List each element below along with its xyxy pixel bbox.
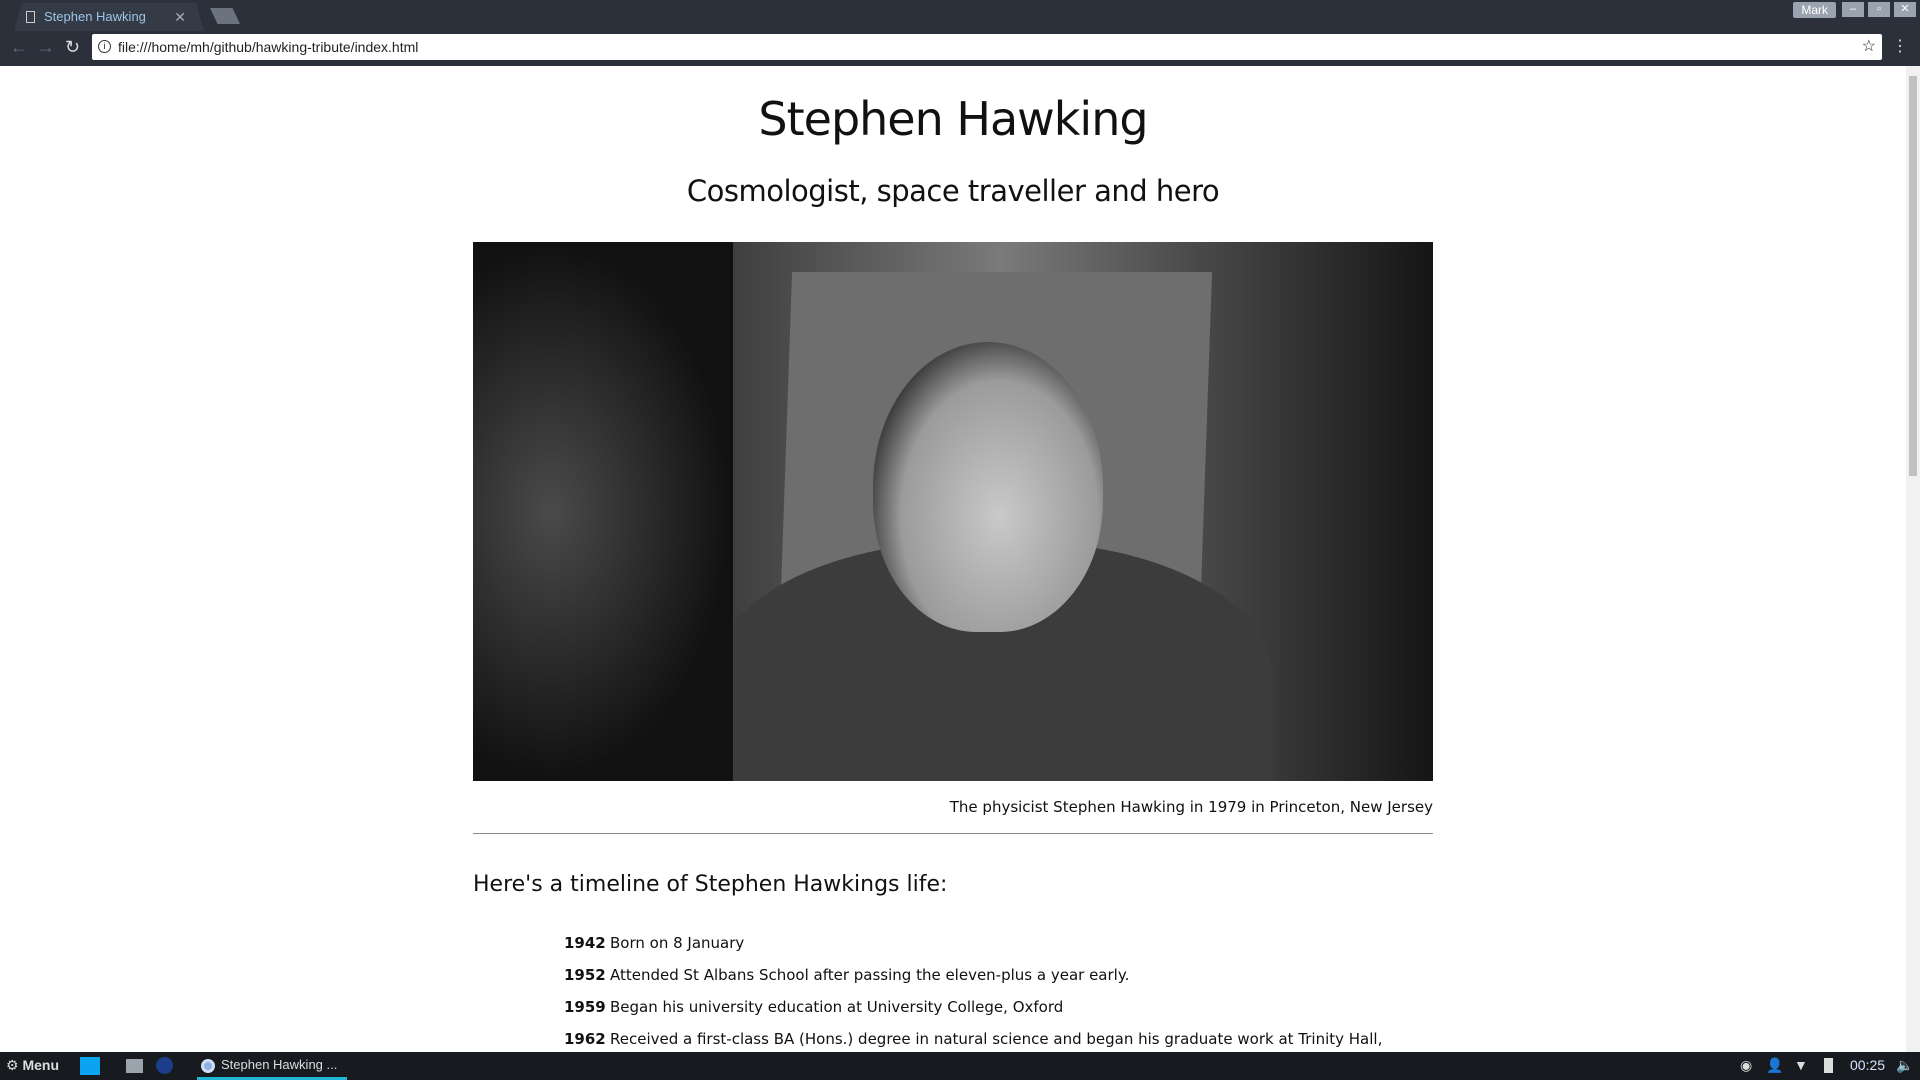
volume-icon[interactable]: 🔈 bbox=[1896, 1057, 1913, 1074]
back-icon[interactable]: ← bbox=[10, 37, 28, 58]
chromium-icon bbox=[201, 1059, 215, 1073]
menu-dots-icon[interactable]: ⋮ bbox=[1892, 36, 1908, 56]
close-tab-icon[interactable]: ✕ bbox=[174, 3, 186, 31]
divider bbox=[473, 833, 1433, 834]
tab-bar: Stephen Hawking ✕ Mark – ▫ ✕ bbox=[0, 0, 1920, 31]
profile-button[interactable]: Mark bbox=[1793, 2, 1836, 18]
tab-stephen-hawking[interactable]: Stephen Hawking ✕ bbox=[14, 3, 204, 31]
toolbar: ← → ↻ i file:///home/mh/github/hawking-t… bbox=[0, 31, 1920, 66]
timeline-item: 1952 Attended St Albans School after pass… bbox=[564, 966, 1130, 984]
page-title: Stephen Hawking bbox=[758, 92, 1148, 146]
address-bar[interactable]: i file:///home/mh/github/hawking-tribute… bbox=[92, 34, 1882, 60]
battery-icon[interactable] bbox=[1824, 1058, 1833, 1073]
page-subtitle: Cosmologist, space traveller and hero bbox=[686, 174, 1220, 208]
scrollbar[interactable] bbox=[1906, 66, 1920, 1052]
page-content: Stephen Hawking Cosmologist, space trave… bbox=[0, 66, 1906, 1052]
tab-title: Stephen Hawking bbox=[44, 9, 146, 24]
steam-icon[interactable] bbox=[156, 1057, 173, 1074]
maximize-button[interactable]: ▫ bbox=[1868, 2, 1890, 17]
folder-icon[interactable] bbox=[126, 1059, 143, 1073]
photo-caption: The physicist Stephen Hawking in 1979 in… bbox=[949, 798, 1433, 816]
timeline-item: 1942 Born on 8 January bbox=[564, 934, 745, 952]
minimize-button[interactable]: – bbox=[1842, 2, 1864, 17]
user-icon[interactable]: 👤 bbox=[1766, 1057, 1783, 1074]
info-icon[interactable]: i bbox=[98, 40, 111, 53]
timeline-item: 1959 Began his university education at Un… bbox=[564, 998, 1064, 1016]
timeline-heading: Here's a timeline of Stephen Hawkings li… bbox=[473, 872, 948, 897]
menu-button[interactable]: ⚙ Menu bbox=[6, 1057, 59, 1074]
forward-icon[interactable]: → bbox=[37, 37, 55, 58]
clock[interactable]: 00:25 bbox=[1850, 1057, 1885, 1073]
timeline-item: 1962 Received a first-class BA (Hons.) de… bbox=[564, 1030, 1383, 1048]
new-tab-button[interactable] bbox=[210, 8, 240, 24]
hawking-photo bbox=[473, 242, 1433, 781]
document-icon bbox=[26, 11, 35, 23]
taskbar-app-chromium[interactable]: Stephen Hawking ... bbox=[197, 1052, 347, 1080]
taskbar: ⚙ Menu Stephen Hawking ... ◉ 👤 ▼ 00:25 🔈 bbox=[0, 1052, 1920, 1080]
reload-icon[interactable]: ↻ bbox=[65, 37, 80, 58]
steam-tray-icon[interactable]: ◉ bbox=[1740, 1057, 1752, 1074]
close-window-button[interactable]: ✕ bbox=[1894, 2, 1916, 17]
scrollbar-thumb[interactable] bbox=[1909, 76, 1917, 476]
wifi-icon[interactable]: ▼ bbox=[1794, 1057, 1808, 1073]
url-text: file:///home/mh/github/hawking-tribute/i… bbox=[118, 39, 419, 55]
desktop-icon[interactable] bbox=[80, 1057, 100, 1075]
bookmark-star-icon[interactable]: ☆ bbox=[1862, 34, 1876, 60]
